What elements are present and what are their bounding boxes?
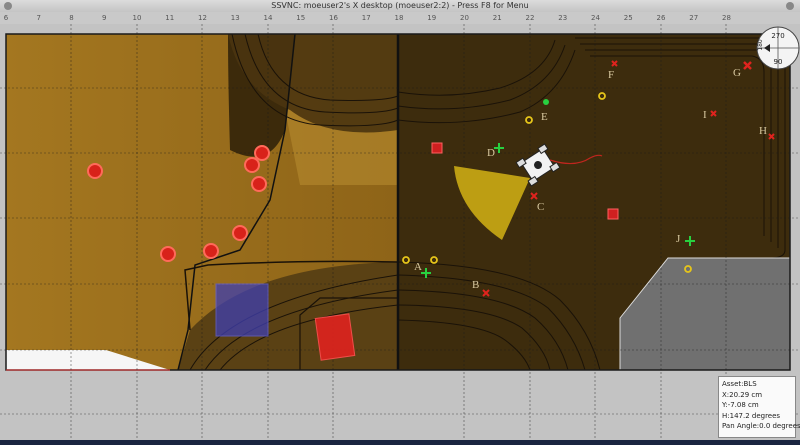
ruler-tick: 7 <box>36 14 41 22</box>
ruler-tick: 28 <box>722 14 731 22</box>
ruler-tick: 26 <box>656 14 666 22</box>
svg-text:G: G <box>733 67 741 79</box>
svg-text:A: A <box>414 261 422 273</box>
ruler-tick: 22 <box>525 14 535 22</box>
svg-text:C: C <box>537 201 544 213</box>
taskbar <box>0 440 800 445</box>
ruler-tick: 9 <box>102 14 107 22</box>
goal-box[interactable] <box>215 283 269 337</box>
svg-text:F: F <box>608 69 614 81</box>
ruler-tick: 27 <box>689 14 699 22</box>
ruler-tick: 19 <box>427 14 437 22</box>
svg-text:E: E <box>541 111 548 123</box>
ruler-tick: 12 <box>198 14 207 22</box>
svg-text:I: I <box>703 109 707 121</box>
ruler-tick: 23 <box>558 14 568 22</box>
svg-text:B: B <box>472 279 479 291</box>
compass[interactable]: 270 180 90 <box>756 26 800 70</box>
svg-text:90: 90 <box>774 58 783 66</box>
asset-x: X:20.29 cm <box>722 390 763 399</box>
ruler-tick: 10 <box>132 14 142 22</box>
hazard-square[interactable] <box>431 142 443 154</box>
asset-pan-angle: Pan Angle:0.0 degrees <box>722 422 800 430</box>
ruler-tick: 15 <box>296 14 306 22</box>
ruler-tick: 17 <box>361 14 371 22</box>
ruler-tick: 6 <box>3 14 9 22</box>
ruler: 6 7 8 9 10 11 12 13 14 15 16 17 18 19 20 21 22 23 24 25 26 27… <box>0 12 800 24</box>
ruler-tick: 20 <box>460 14 469 22</box>
ruler-tick: 24 <box>591 14 600 22</box>
hazard-box[interactable] <box>314 313 356 361</box>
svg-text:180: 180 <box>757 39 764 51</box>
window-close-icon[interactable] <box>786 2 794 10</box>
asset-heading: H:147.2 degrees <box>722 411 781 420</box>
ruler-tick: 11 <box>165 14 175 22</box>
asset-name: Asset:BLS <box>722 380 757 388</box>
window-title: SSVNC: moeuser2's X desktop (moeuser2:2)… <box>271 1 529 10</box>
ruler-tick: 14 <box>263 14 273 22</box>
svg-text:D: D <box>487 147 495 159</box>
ruler-tick: 8 <box>69 14 74 22</box>
ruler-tick: 25 <box>623 14 633 22</box>
ruler-tick: 18 <box>394 14 404 22</box>
svg-text:270: 270 <box>771 32 784 40</box>
asset-info-panel: Asset:BLS X:20.29 cm Y:-7.08 cm H:147.2 … <box>718 376 800 438</box>
asset-y: Y:-7.08 cm <box>722 401 759 409</box>
svg-text:J: J <box>676 233 681 245</box>
hazard-square[interactable] <box>607 208 619 220</box>
map-canvas[interactable]: A B C D E F G H I J 270 180 90 <box>0 24 800 445</box>
ruler-tick: 16 <box>329 14 338 22</box>
svg-text:H: H <box>759 125 767 137</box>
ruler-tick: 21 <box>492 14 502 22</box>
ruler-tick: 13 <box>230 14 240 22</box>
